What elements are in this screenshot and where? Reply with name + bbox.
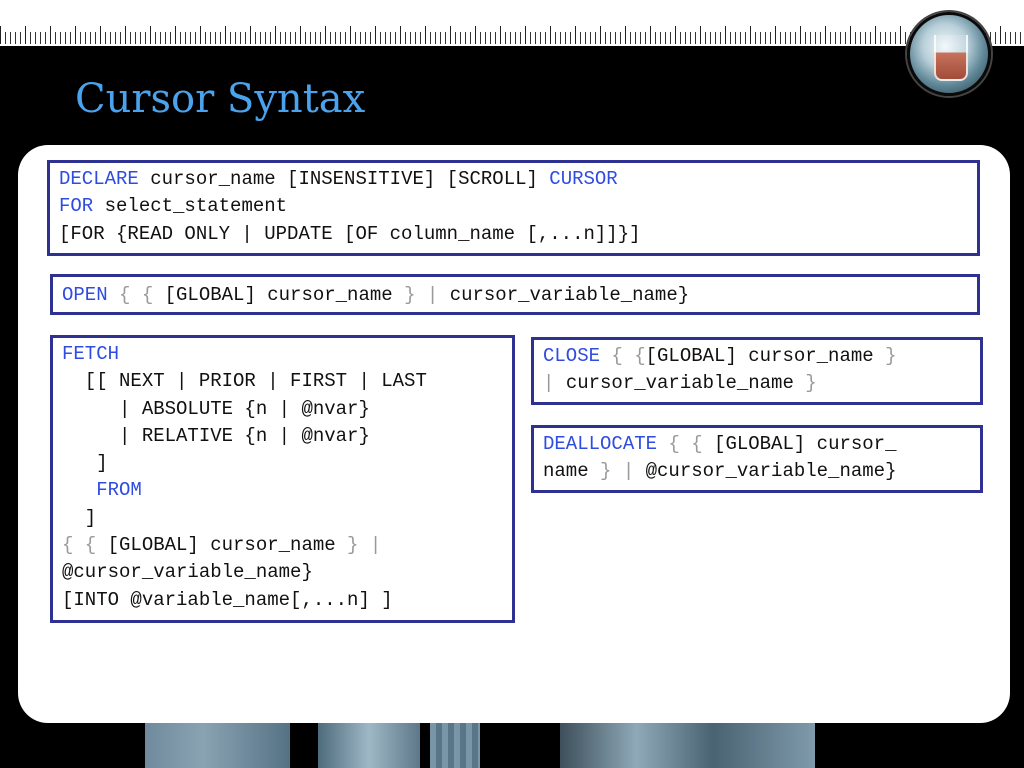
fetch-syntax-box: FETCH [[ NEXT | PRIOR | FIRST | LAST | A…: [50, 335, 515, 623]
code-text: [GLOBAL] cursor_name: [107, 534, 336, 557]
keyword: CURSOR: [549, 168, 618, 190]
punctuation: }: [873, 345, 897, 367]
punctuation: { {: [600, 345, 646, 367]
code-text: [GLOBAL] cursor_name: [164, 284, 393, 306]
code-text: @cursor_variable_name}: [645, 460, 897, 483]
punctuation: } |: [392, 284, 450, 306]
punctuation: } |: [335, 534, 382, 557]
keyword: FETCH: [62, 343, 120, 365]
punctuation: { {: [62, 534, 108, 557]
open-syntax-box: OPEN { { [GLOBAL] cursor_name } | cursor…: [50, 274, 980, 315]
code-text: @cursor_variable_name}: [62, 561, 313, 584]
code-text: cursor_variable_name: [565, 372, 794, 395]
decorative-photo-strip: [145, 723, 290, 768]
punctuation: } |: [588, 460, 646, 483]
punctuation: }: [793, 372, 817, 395]
decorative-photo-strip: [318, 723, 420, 768]
punctuation: |: [543, 372, 566, 395]
keyword: DEALLOCATE: [543, 433, 658, 455]
code-text: cursor_name [INSENSITIVE] [SCROLL]: [138, 168, 550, 190]
punctuation: { {: [657, 433, 715, 455]
decorative-photo-strip: [560, 723, 815, 768]
ruler-decoration: [0, 0, 1024, 46]
code-text: [INTO @variable_name[,...n] ]: [62, 588, 393, 611]
declare-syntax-box: DECLARE cursor_name [INSENSITIVE] [SCROL…: [47, 160, 980, 256]
code-text: [GLOBAL] cursor_: [714, 433, 897, 455]
code-text: [GLOBAL] cursor_name: [645, 345, 874, 367]
keyword: FOR: [59, 195, 94, 218]
code-text: cursor_variable_name}: [449, 284, 690, 306]
punctuation: { {: [107, 284, 165, 306]
code-text: [FOR {READ ONLY | UPDATE [OF column_name…: [59, 222, 641, 245]
keyword: DECLARE: [59, 168, 139, 190]
beaker-logo-icon: [907, 12, 991, 96]
code-text: [[ NEXT | PRIOR | FIRST | LAST: [62, 370, 427, 393]
decorative-photo-strip: [430, 723, 480, 768]
deallocate-syntax-box: DEALLOCATE { { [GLOBAL] cursor_ name } |…: [531, 425, 983, 493]
slide-title: Cursor Syntax: [75, 76, 366, 122]
code-text: | ABSOLUTE {n | @nvar}: [62, 397, 370, 420]
code-text: name: [543, 460, 589, 483]
keyword: CLOSE: [543, 345, 601, 367]
slide: { "slide": { "title": "Cursor Syntax" },…: [0, 0, 1024, 768]
close-syntax-box: CLOSE { {[GLOBAL] cursor_name } | cursor…: [531, 337, 983, 405]
code-text: ]: [62, 506, 97, 529]
beaker-icon: [934, 35, 968, 81]
keyword: FROM: [96, 479, 142, 502]
code-text: | RELATIVE {n | @nvar}: [62, 424, 370, 447]
code-text: select_statement: [93, 195, 288, 218]
code-text: ]: [62, 452, 108, 475]
keyword: OPEN: [62, 284, 108, 306]
